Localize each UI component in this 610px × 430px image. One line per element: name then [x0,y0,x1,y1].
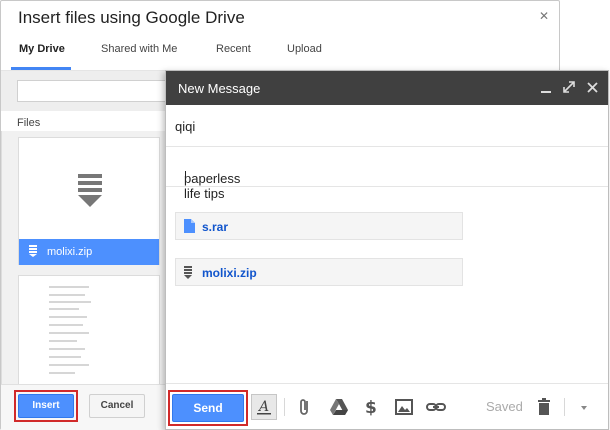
attachment-name: s.rar [202,220,229,234]
saved-status: Saved [486,399,523,414]
doc-line [49,308,79,310]
picker-tabs: My Drive Shared with Me Recent Upload [1,37,559,71]
doc-line [49,294,85,296]
subject-value: paperless life tips [184,171,241,201]
more-options-icon[interactable] [572,395,596,419]
trash-icon[interactable] [532,395,556,419]
compose-window: New Message qiqi paperless life tips s.r… [165,70,609,430]
file-card-document[interactable] [18,275,160,385]
toolbar-divider [564,398,565,416]
text-caret [185,171,186,185]
doc-line [49,332,89,334]
attachment-chip[interactable]: molixi.zip [175,258,463,286]
compose-header: New Message [166,71,608,105]
compose-toolbar: Send A $ Saved [166,383,608,429]
tab-shared-with-me[interactable]: Shared with Me [101,43,177,55]
picker-title: Insert files using Google Drive [18,8,245,27]
recipient-value: qiqi [175,119,196,134]
file-name-bar: molixi.zip [19,239,159,265]
doc-line [49,372,75,374]
zip-icon [184,266,192,279]
toolbar-divider [284,398,285,416]
close-icon[interactable]: ✕ [539,9,549,23]
active-tab-indicator [11,67,71,70]
file-thumbnail [19,138,159,238]
money-icon[interactable]: $ [359,395,383,419]
doc-line [49,364,89,366]
svg-text:$: $ [365,398,377,418]
format-text-icon[interactable]: A [251,394,277,420]
photo-icon[interactable] [392,395,416,419]
zip-file-icon [78,174,102,207]
doc-line [49,324,83,326]
files-section-label: Files [17,117,41,129]
file-card-molixi-zip[interactable]: molixi.zip [18,137,160,265]
close-icon[interactable] [587,82,598,93]
doc-line [49,348,85,350]
file-grid: molixi.zip [1,131,167,385]
tab-my-drive[interactable]: My Drive [19,43,65,55]
file-name: molixi.zip [47,246,93,258]
highlight-box-insert [14,390,78,422]
doc-line [49,286,89,288]
doc-line [49,316,87,318]
recipients-field[interactable]: qiqi [166,107,608,147]
subject-field[interactable]: paperless life tips [166,147,608,201]
document-icon [184,219,195,233]
drive-icon[interactable] [327,395,351,419]
compose-title: New Message [178,81,261,96]
cancel-button[interactable]: Cancel [89,394,145,418]
attachment-chip[interactable]: s.rar [175,212,463,240]
window-controls [541,81,598,93]
zip-icon [29,245,37,257]
link-icon[interactable] [424,395,448,419]
doc-line [49,301,91,303]
svg-text:A: A [257,399,269,415]
highlight-box-send [168,390,248,426]
minimize-icon[interactable] [541,91,551,93]
doc-line [49,356,81,358]
attachment-name: molixi.zip [202,266,257,280]
doc-line [49,340,77,342]
tab-upload[interactable]: Upload [287,43,322,55]
expand-icon[interactable] [563,81,575,93]
tab-recent[interactable]: Recent [216,43,251,55]
attach-icon[interactable] [293,395,317,419]
